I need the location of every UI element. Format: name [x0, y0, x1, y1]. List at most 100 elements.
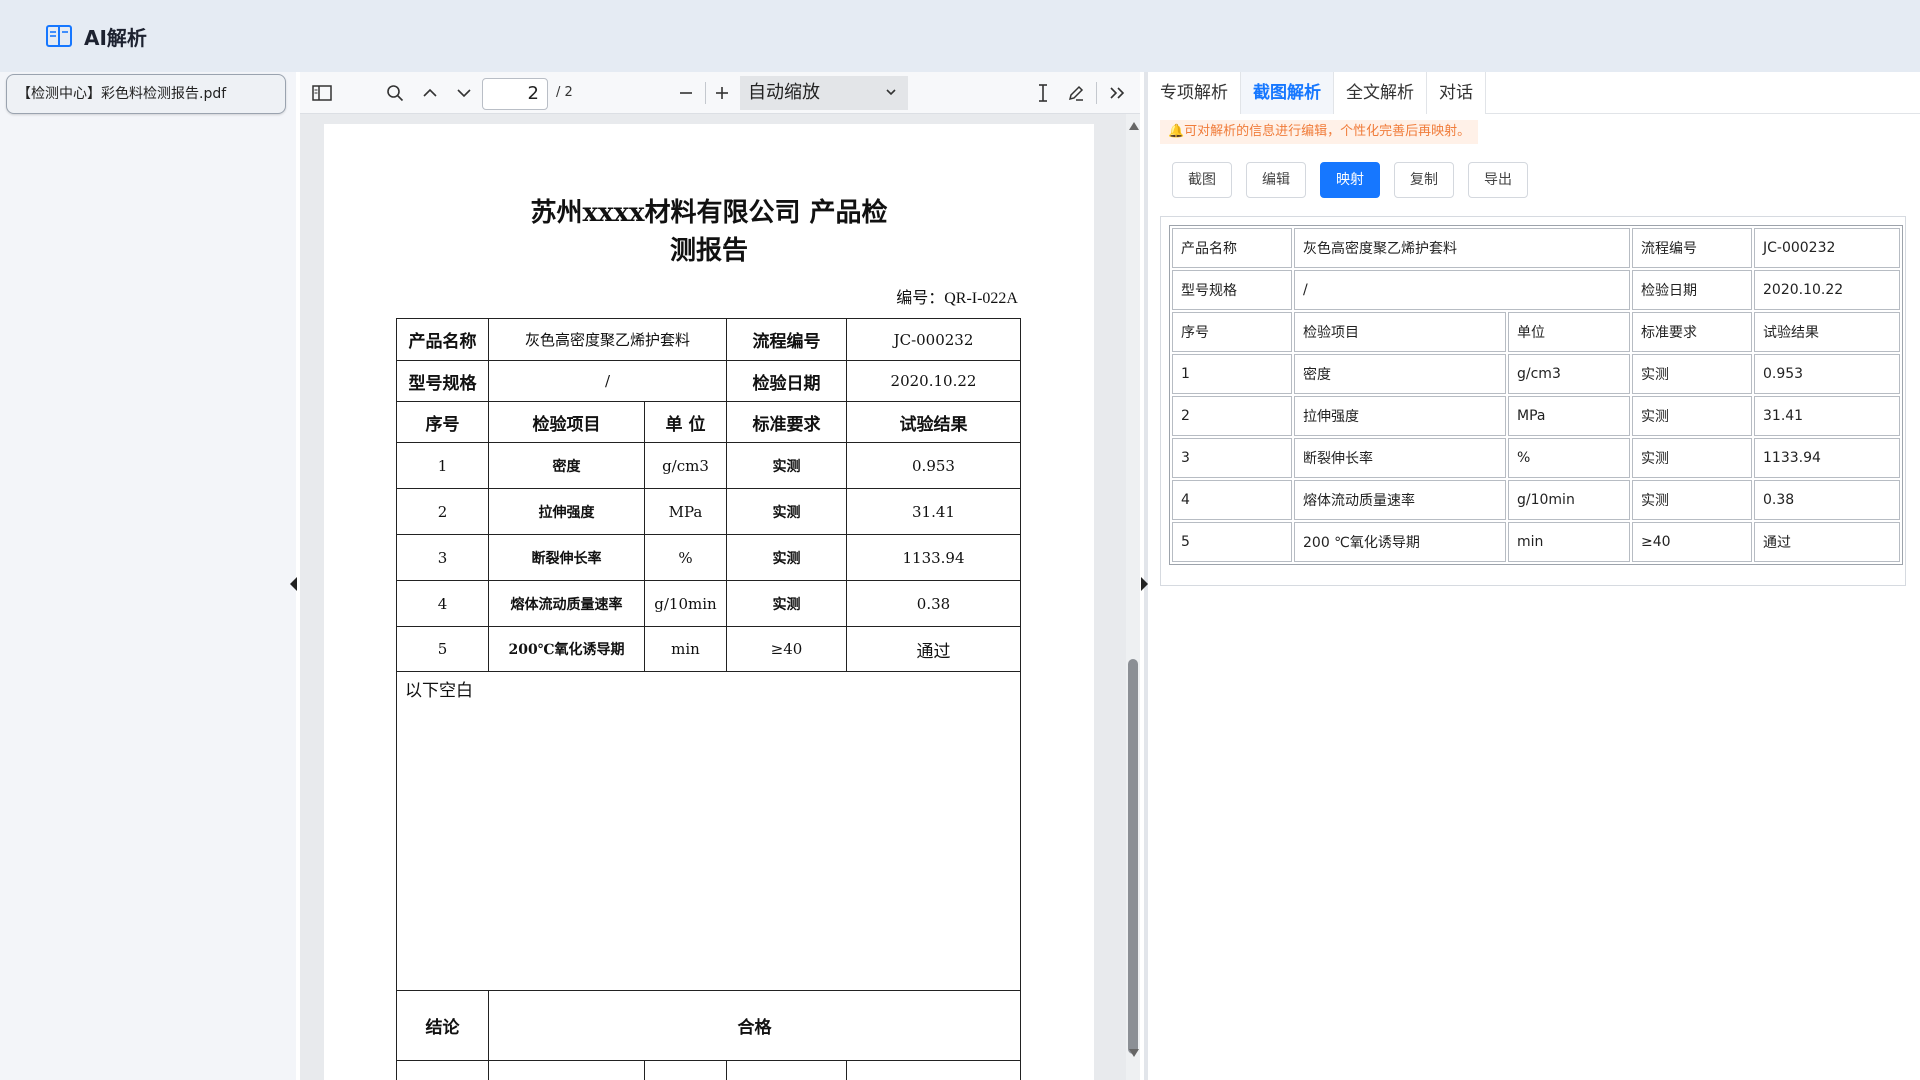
result-cell[interactable]: min — [1508, 522, 1630, 562]
file-sidebar: 【检测中心】彩色料检测报告.pdf — [0, 72, 296, 1080]
result-cell[interactable]: 实测 — [1632, 480, 1752, 520]
result-cell[interactable]: MPa — [1508, 396, 1630, 436]
pen-icon[interactable] — [1062, 72, 1090, 114]
result-cell[interactable]: 通过 — [1754, 522, 1900, 562]
result-cell[interactable]: 2 — [1172, 396, 1292, 436]
result-cell[interactable]: ≥40 — [1632, 522, 1752, 562]
result-cell[interactable]: % — [1508, 438, 1630, 478]
search-icon[interactable] — [380, 72, 410, 114]
document-title-line2: 测报告 — [669, 236, 748, 266]
collapse-right-icon[interactable] — [1141, 577, 1148, 591]
table-row: 5 200℃氧化诱导期 min ≥40 通过 — [396, 626, 1021, 672]
result-cell[interactable]: 1133.94 — [1754, 438, 1900, 478]
table-row: 3 断裂伸长率 % 实测 1133.94 — [396, 534, 1021, 581]
table-cell: 通过 — [846, 626, 1021, 672]
result-cell[interactable]: g/10min — [1508, 480, 1630, 520]
table-cell: 流程编号 — [726, 318, 847, 361]
copy-button[interactable]: 复制 — [1394, 162, 1454, 198]
pdf-viewer: 2 / 2 自动缩放 苏州xxxx材料有限公司 产品检 测报告 编号：QR-I-… — [300, 72, 1140, 1080]
column-header: 试验结果 — [846, 401, 1021, 443]
result-cell[interactable]: 3 — [1172, 438, 1292, 478]
table-cell — [846, 1060, 1021, 1080]
result-cell[interactable]: 2020.10.22 — [1754, 270, 1900, 310]
result-cell[interactable]: 灰色高密度聚乙烯护套料 — [1294, 228, 1630, 268]
table-cell: 0.953 — [846, 442, 1021, 489]
result-cell[interactable]: 5 — [1172, 522, 1292, 562]
conclusion-label: 结论 — [396, 990, 489, 1061]
result-cell[interactable]: 型号规格 — [1172, 270, 1292, 310]
table-cell: 熔体流动质量速率 — [488, 580, 645, 627]
result-cell[interactable]: 200 ℃氧化诱导期 — [1294, 522, 1506, 562]
tab-special-analysis[interactable]: 专项解析 — [1148, 72, 1241, 114]
sidebar-toggle-icon[interactable] — [308, 72, 336, 114]
export-button[interactable]: 导出 — [1468, 162, 1528, 198]
result-cell[interactable]: 产品名称 — [1172, 228, 1292, 268]
chevron-up-icon[interactable] — [416, 72, 444, 114]
screenshot-button[interactable]: 截图 — [1172, 162, 1232, 198]
result-cell[interactable]: 流程编号 — [1632, 228, 1752, 268]
app-header: AI解析 — [0, 0, 1920, 72]
tab-fulltext-analysis[interactable]: 全文解析 — [1334, 72, 1427, 114]
pdf-canvas[interactable]: 苏州xxxx材料有限公司 产品检 测报告 编号：QR-I-022A 产品名称 灰… — [300, 114, 1126, 1080]
table-cell: 产品名称 — [396, 318, 489, 361]
result-cell[interactable]: 0.38 — [1754, 480, 1900, 520]
toolbar-divider — [705, 82, 706, 104]
map-button[interactable]: 映射 — [1320, 162, 1380, 198]
result-column-header[interactable]: 标准要求 — [1632, 312, 1752, 352]
table-cell: / — [488, 360, 727, 402]
result-cell[interactable]: 31.41 — [1754, 396, 1900, 436]
result-cell[interactable]: 实测 — [1632, 396, 1752, 436]
result-cell[interactable]: JC-000232 — [1754, 228, 1900, 268]
scroll-up-icon[interactable] — [1129, 122, 1139, 130]
table-cell: min — [644, 626, 727, 672]
result-cell[interactable]: 实测 — [1632, 438, 1752, 478]
column-header: 检验项目 — [488, 401, 645, 443]
scroll-down-icon[interactable] — [1129, 1049, 1139, 1057]
result-column-header[interactable]: 序号 — [1172, 312, 1292, 352]
table-cell: 31.41 — [846, 488, 1021, 535]
table-cell: 200℃氧化诱导期 — [488, 626, 645, 672]
double-chevron-right-icon[interactable] — [1104, 72, 1132, 114]
chevron-down-icon[interactable] — [450, 72, 478, 114]
pdf-scrollbar[interactable] — [1126, 114, 1140, 1080]
file-item[interactable]: 【检测中心】彩色料检测报告.pdf — [6, 74, 286, 114]
table-cell: 4 — [396, 580, 489, 627]
tab-bar: 专项解析 截图解析 全文解析 对话 — [1148, 72, 1920, 114]
result-cell[interactable]: 检验日期 — [1632, 270, 1752, 310]
tab-screenshot-analysis[interactable]: 截图解析 — [1241, 72, 1334, 114]
result-column-header[interactable]: 单位 — [1508, 312, 1630, 352]
result-cell[interactable]: g/cm3 — [1508, 354, 1630, 394]
table-cell: 断裂伸长率 — [488, 534, 645, 581]
result-container: 产品名称 灰色高密度聚乙烯护套料 流程编号 JC-000232 型号规格 / 检… — [1160, 216, 1906, 586]
result-column-header[interactable]: 试验结果 — [1754, 312, 1900, 352]
result-cell[interactable]: 熔体流动质量速率 — [1294, 480, 1506, 520]
table-row: 2 拉伸强度 MPa 实测 31.41 — [396, 488, 1021, 535]
zoom-in-icon[interactable] — [708, 72, 736, 114]
table-row: 3 断裂伸长率 % 实测 1133.94 — [1172, 438, 1900, 478]
tab-chat[interactable]: 对话 — [1427, 72, 1486, 114]
column-header: 序号 — [396, 401, 489, 443]
table-cell: ≥40 — [726, 626, 847, 672]
result-cell[interactable]: 实测 — [1632, 354, 1752, 394]
zoom-select[interactable]: 自动缩放 — [740, 76, 908, 110]
result-cell[interactable]: 拉伸强度 — [1294, 396, 1506, 436]
result-cell[interactable]: / — [1294, 270, 1630, 310]
page-number-input[interactable]: 2 — [482, 78, 548, 110]
collapse-left-icon[interactable] — [290, 577, 297, 591]
result-column-header[interactable]: 检验项目 — [1294, 312, 1506, 352]
result-cell[interactable]: 0.953 — [1754, 354, 1900, 394]
result-cell[interactable]: 1 — [1172, 354, 1292, 394]
result-cell[interactable]: 密度 — [1294, 354, 1506, 394]
result-cell[interactable]: 4 — [1172, 480, 1292, 520]
table-cell: 型号规格 — [396, 360, 489, 402]
table-cell: 1133.94 — [846, 534, 1021, 581]
scroll-thumb[interactable] — [1128, 659, 1138, 1054]
edit-button[interactable]: 编辑 — [1246, 162, 1306, 198]
result-cell[interactable]: 断裂伸长率 — [1294, 438, 1506, 478]
app-title: AI解析 — [84, 25, 147, 50]
table-cell: g/cm3 — [644, 442, 727, 489]
zoom-out-icon[interactable] — [672, 72, 700, 114]
edit-tip: 🔔可对解析的信息进行编辑，个性化完善后再映射。 — [1160, 120, 1479, 144]
pdf-page: 苏州xxxx材料有限公司 产品检 测报告 编号：QR-I-022A 产品名称 灰… — [324, 124, 1094, 1080]
text-cursor-icon[interactable] — [1030, 72, 1056, 114]
